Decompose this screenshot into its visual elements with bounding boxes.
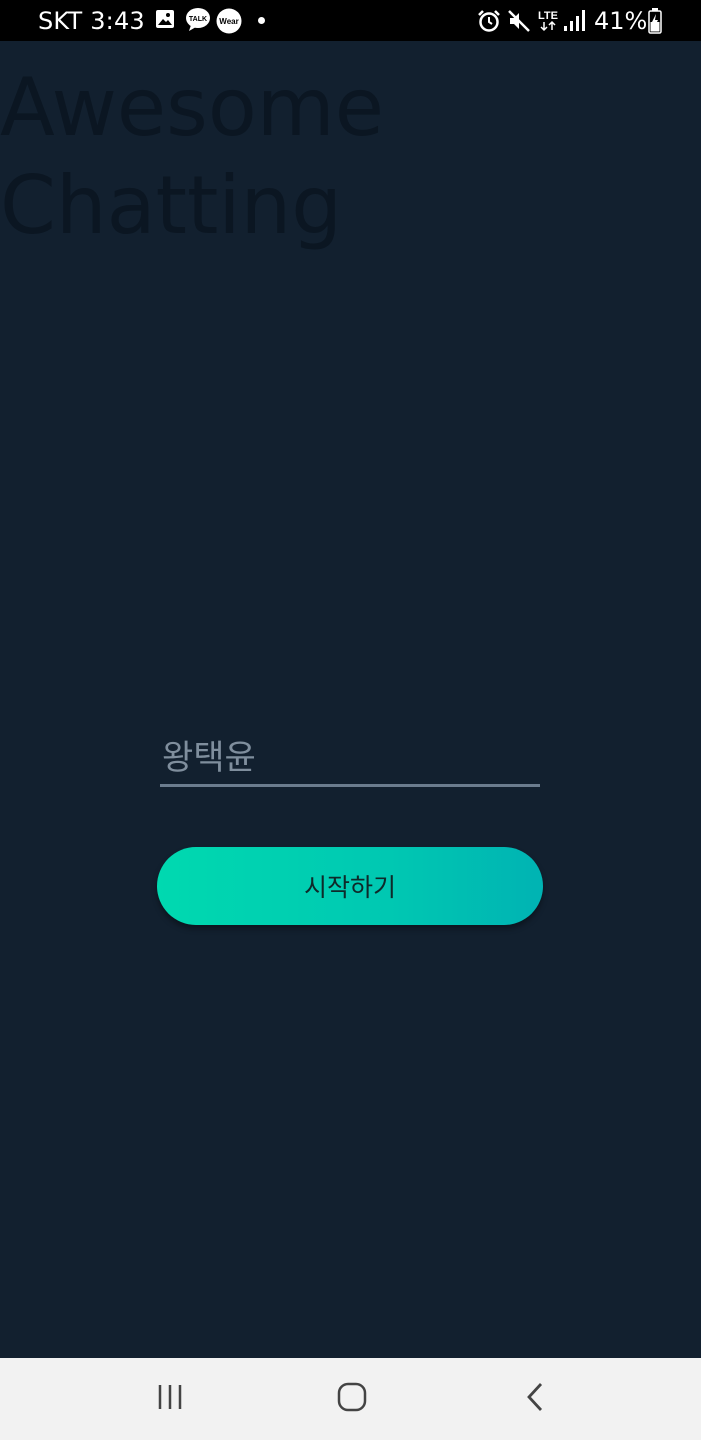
name-input[interactable] [160, 731, 540, 787]
battery-percent: 41% [594, 7, 648, 35]
lte-icon: LTE [536, 8, 560, 39]
wear-icon: Wear [216, 8, 242, 39]
app-title-line1: Awesome [0, 61, 384, 154]
status-bar: SKT 3:43 TALK Wear LTE 41% [0, 0, 701, 41]
home-button[interactable] [292, 1358, 412, 1440]
kakaotalk-icon: TALK [185, 8, 211, 37]
talk-badge-text: TALK [189, 16, 207, 23]
start-button[interactable]: 시작하기 [157, 847, 543, 925]
wear-badge-text: Wear [219, 17, 238, 26]
name-field [160, 731, 540, 791]
image-icon [155, 9, 175, 34]
carrier-time: SKT 3:43 [38, 7, 145, 35]
alarm-icon [477, 9, 501, 38]
recent-apps-icon [156, 1383, 184, 1416]
dot-icon [258, 17, 265, 24]
app-title-line2: Chatting [0, 159, 343, 252]
navigation-bar [0, 1358, 701, 1440]
app-title: Awesome Chatting [0, 59, 520, 255]
mute-icon [507, 9, 531, 38]
battery-icon [648, 8, 662, 39]
recent-apps-button[interactable] [110, 1358, 230, 1440]
home-icon [337, 1382, 367, 1417]
network-label: LTE [538, 10, 558, 22]
back-icon [525, 1382, 545, 1417]
signal-icon [563, 9, 585, 38]
back-button[interactable] [475, 1358, 595, 1440]
app-screen: Awesome Chatting 시작하기 [0, 41, 701, 1358]
